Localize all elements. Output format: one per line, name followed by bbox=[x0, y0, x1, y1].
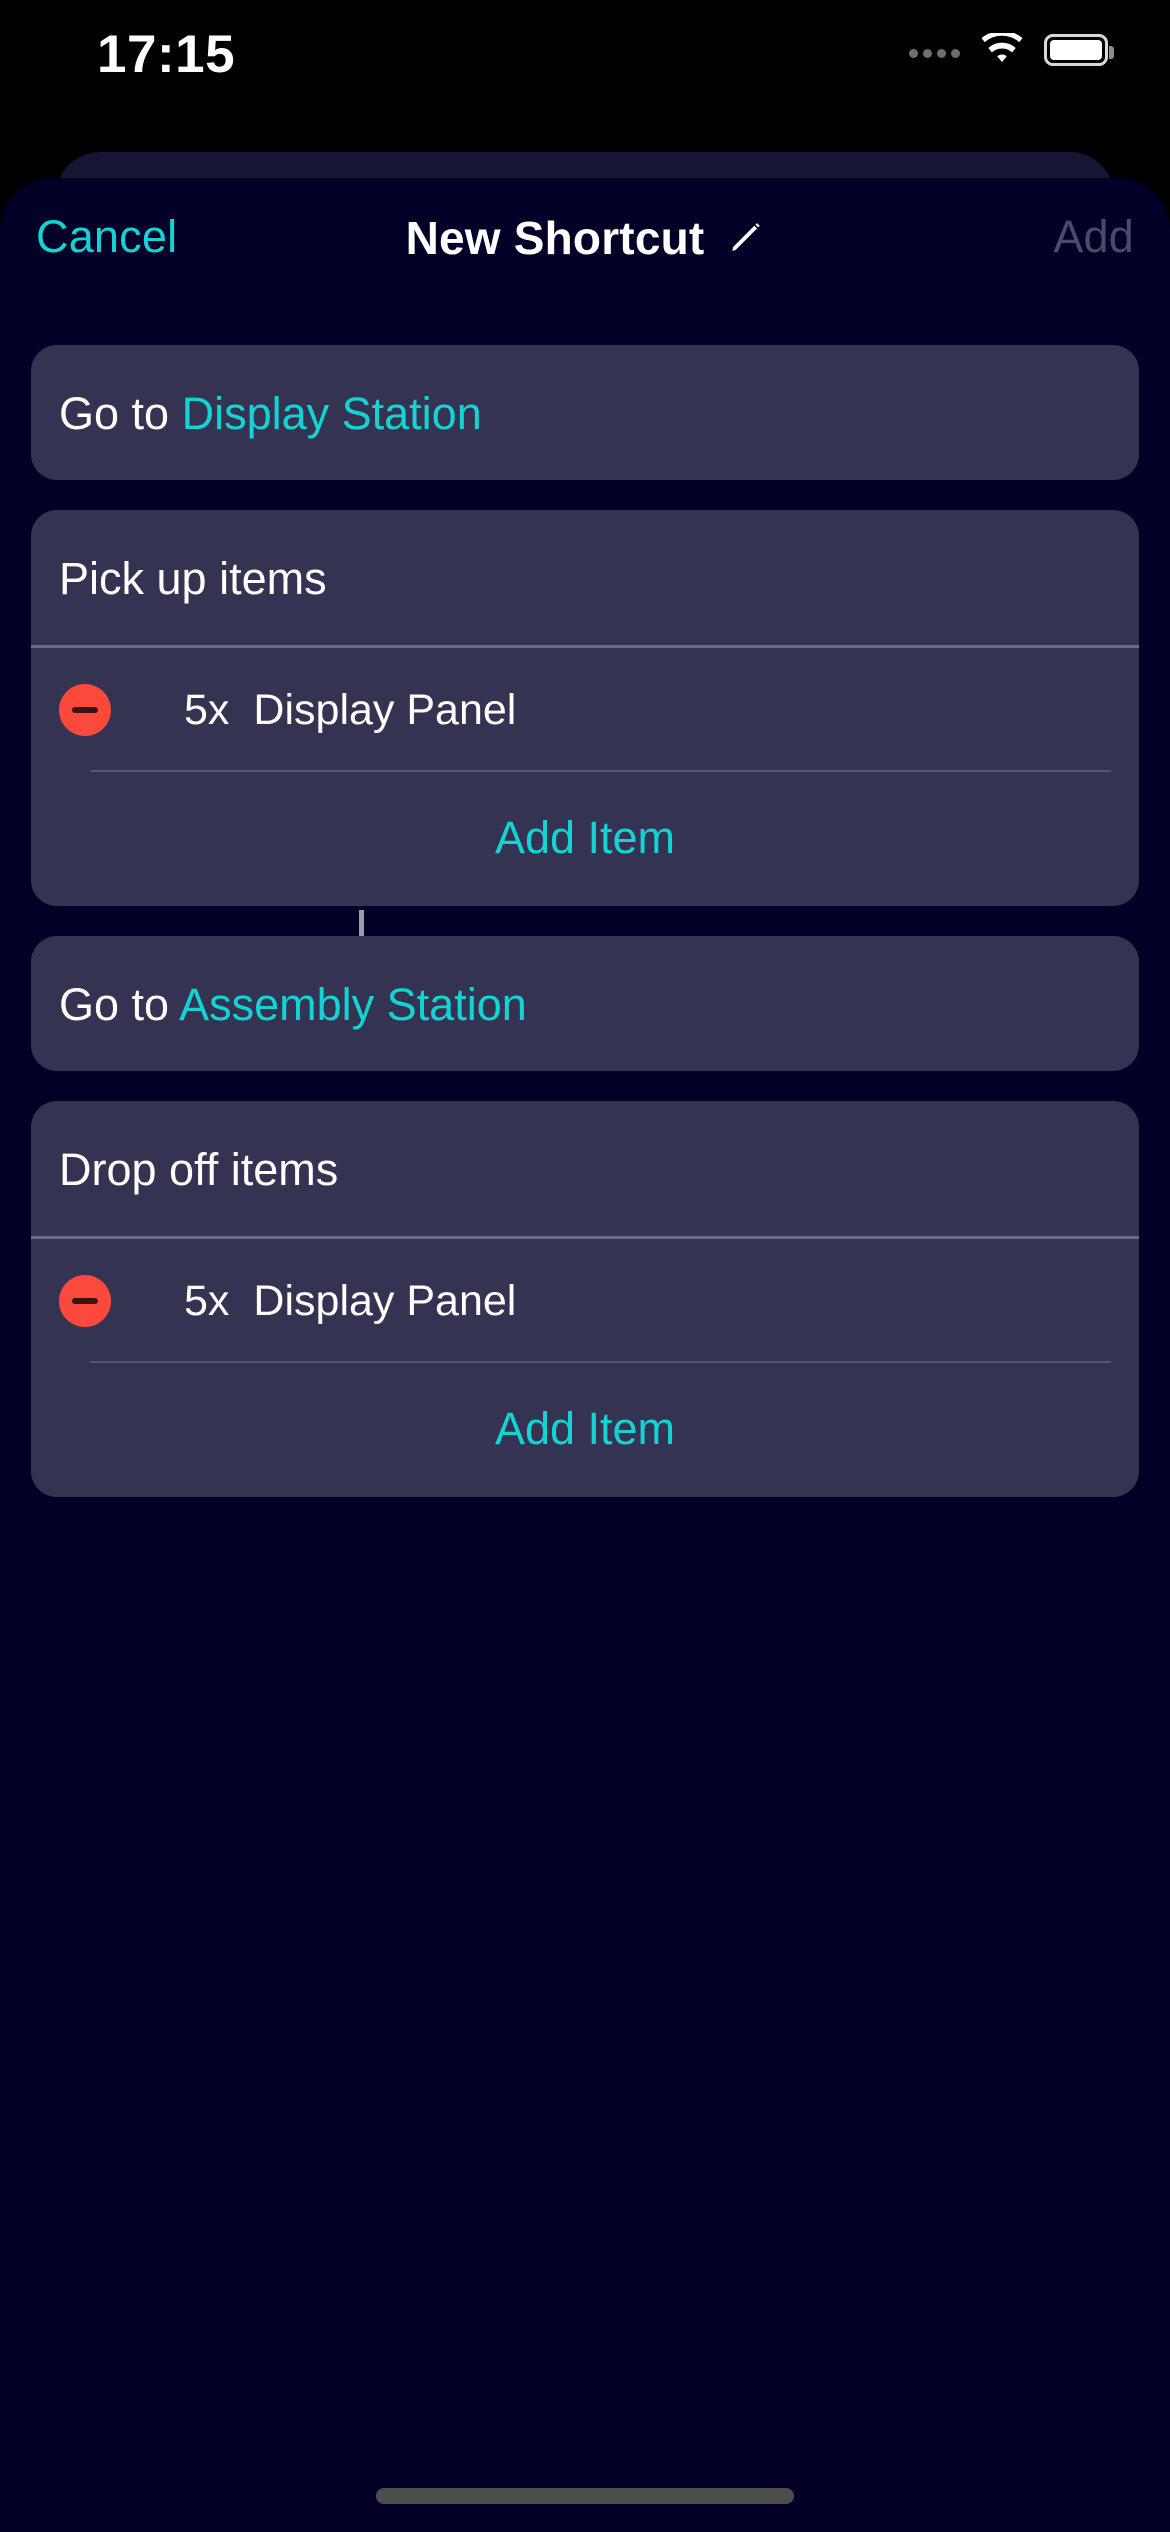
status-bar-indicators bbox=[909, 24, 1114, 76]
add-item-row-pickup[interactable]: Add Item bbox=[31, 772, 1139, 906]
home-indicator[interactable] bbox=[376, 2488, 794, 2504]
item-quantity[interactable]: 5x bbox=[184, 1277, 229, 1326]
action-label-goto-1: Go to Display Station bbox=[31, 345, 1139, 480]
action-card-dropoff[interactable]: Drop off items 5x Display Panel Add Item bbox=[31, 1101, 1139, 1497]
action-label-pickup: Pick up items bbox=[59, 553, 327, 604]
status-bar-time: 17:15 bbox=[97, 25, 236, 84]
action-card-goto-2[interactable]: Go to Assembly Station bbox=[31, 936, 1139, 1071]
minus-circle-icon[interactable] bbox=[59, 684, 111, 736]
goto-destination-1[interactable]: Display Station bbox=[182, 388, 482, 439]
add-item-button[interactable]: Add Item bbox=[495, 1403, 675, 1455]
goto-prefix-2: Go to bbox=[59, 979, 180, 1030]
minus-circle-icon[interactable] bbox=[59, 1275, 111, 1327]
new-shortcut-sheet: Cancel New Shortcut Add Go to Display St… bbox=[0, 178, 1170, 2532]
signal-dots-icon bbox=[909, 42, 960, 58]
shortcut-actions-list: Go to Display Station Pick up items 5x D… bbox=[0, 283, 1170, 1497]
action-label-dropoff: Drop off items bbox=[59, 1144, 339, 1195]
goto-prefix-1: Go to bbox=[59, 388, 182, 439]
add-button[interactable]: Add bbox=[1053, 211, 1134, 263]
item-row[interactable]: 5x Display Panel bbox=[31, 1239, 1139, 1361]
sheet-navbar: Cancel New Shortcut Add bbox=[0, 178, 1170, 283]
add-item-button[interactable]: Add Item bbox=[495, 812, 675, 864]
item-quantity[interactable]: 5x bbox=[184, 686, 229, 735]
phone-screen: 17:15 Cancel New Shortcut Add Go to Disp… bbox=[0, 0, 1170, 2532]
wifi-icon bbox=[981, 33, 1023, 63]
goto-destination-2[interactable]: Assembly Station bbox=[179, 979, 527, 1030]
sheet-title-group[interactable]: New Shortcut bbox=[0, 211, 1170, 265]
battery-full-icon bbox=[1044, 34, 1114, 66]
item-row[interactable]: 5x Display Panel bbox=[31, 648, 1139, 770]
pencil-icon[interactable] bbox=[726, 219, 764, 257]
item-name[interactable]: Display Panel bbox=[253, 686, 516, 735]
page-title: New Shortcut bbox=[405, 212, 705, 264]
action-card-pickup[interactable]: Pick up items 5x Display Panel Add Item bbox=[31, 510, 1139, 906]
add-item-row-dropoff[interactable]: Add Item bbox=[31, 1363, 1139, 1497]
action-label-goto-2: Go to Assembly Station bbox=[31, 936, 1139, 1071]
action-card-goto-1[interactable]: Go to Display Station bbox=[31, 345, 1139, 480]
status-bar: 17:15 bbox=[0, 0, 1170, 110]
item-name[interactable]: Display Panel bbox=[253, 1277, 516, 1326]
